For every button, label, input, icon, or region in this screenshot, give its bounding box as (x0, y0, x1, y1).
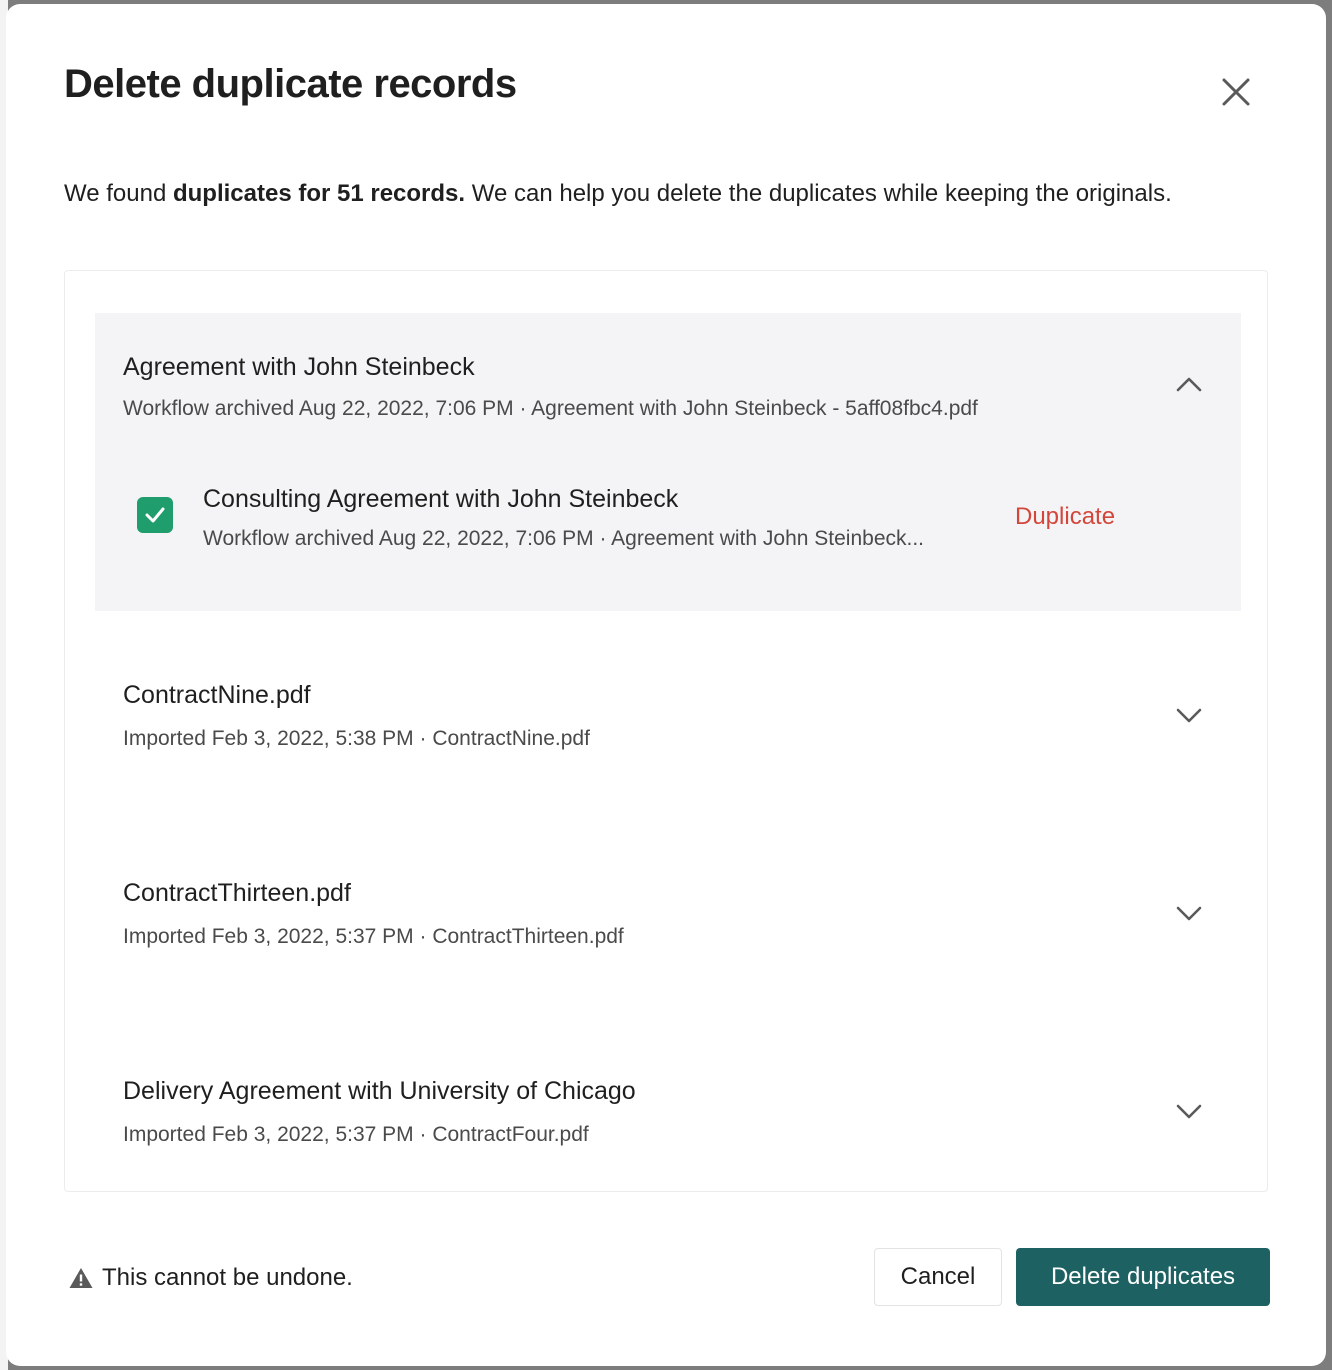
duplicate-meta: Workflow archived Aug 22, 2022, 7:06 PM … (203, 527, 925, 550)
intro-prefix: We found (64, 180, 173, 207)
record-title: ContractThirteen.pdf (123, 879, 351, 907)
duplicate-records-list: Agreement with John Steinbeck Workflow a… (64, 270, 1268, 1192)
duplicate-title: Consulting Agreement with John Steinbeck (203, 485, 679, 513)
record-group[interactable]: Delivery Agreement with University of Ch… (95, 1047, 1241, 1197)
record-group[interactable]: ContractNine.pdf Imported Feb 3, 2022, 5… (95, 651, 1241, 801)
record-title: ContractNine.pdf (123, 681, 311, 709)
record-meta: Workflow archived Aug 22, 2022, 7:06 PM … (123, 397, 978, 420)
expand-record-button[interactable] (1169, 695, 1209, 735)
dialog-description: We found duplicates for 51 records. We c… (64, 180, 1172, 208)
expand-record-button[interactable] (1169, 1091, 1209, 1131)
duplicate-badge: Duplicate (1015, 503, 1116, 530)
cancel-button[interactable]: Cancel (874, 1248, 1002, 1306)
chevron-up-icon (1176, 377, 1202, 392)
record-meta: Imported Feb 3, 2022, 5:37 PM · Contract… (123, 1123, 589, 1146)
chevron-down-icon (1176, 708, 1202, 723)
warning-triangle-icon (69, 1268, 93, 1288)
duplicate-row: Consulting Agreement with John Steinbeck… (95, 473, 1241, 563)
record-meta: Imported Feb 3, 2022, 5:37 PM · Contract… (123, 925, 624, 948)
warning-text: This cannot be undone. (102, 1264, 353, 1291)
chevron-down-icon (1176, 906, 1202, 921)
intro-highlight: duplicates for 51 records. (172, 180, 466, 207)
delete-duplicates-dialog: Delete duplicate records We found duplic… (6, 4, 1326, 1366)
chevron-down-icon (1176, 1104, 1202, 1119)
expand-record-button[interactable] (1169, 893, 1209, 933)
record-title: Agreement with John Steinbeck (123, 353, 475, 381)
intro-suffix: We can help you delete the duplicates wh… (465, 180, 1172, 207)
collapse-record-button[interactable] (1169, 365, 1209, 405)
record-title: Delivery Agreement with University of Ch… (123, 1077, 636, 1105)
record-group: Agreement with John Steinbeck Workflow a… (95, 313, 1241, 611)
record-group[interactable]: ContractThirteen.pdf Imported Feb 3, 202… (95, 849, 1241, 999)
check-icon (145, 507, 165, 523)
delete-duplicates-button[interactable]: Delete duplicates (1016, 1248, 1270, 1306)
dialog-title: Delete duplicate records (64, 62, 517, 106)
duplicate-checkbox[interactable] (137, 497, 173, 533)
record-meta: Imported Feb 3, 2022, 5:38 PM · Contract… (123, 727, 590, 750)
undo-warning: This cannot be undone. (68, 1264, 353, 1292)
close-button[interactable] (1214, 70, 1258, 114)
close-icon (1222, 78, 1250, 106)
